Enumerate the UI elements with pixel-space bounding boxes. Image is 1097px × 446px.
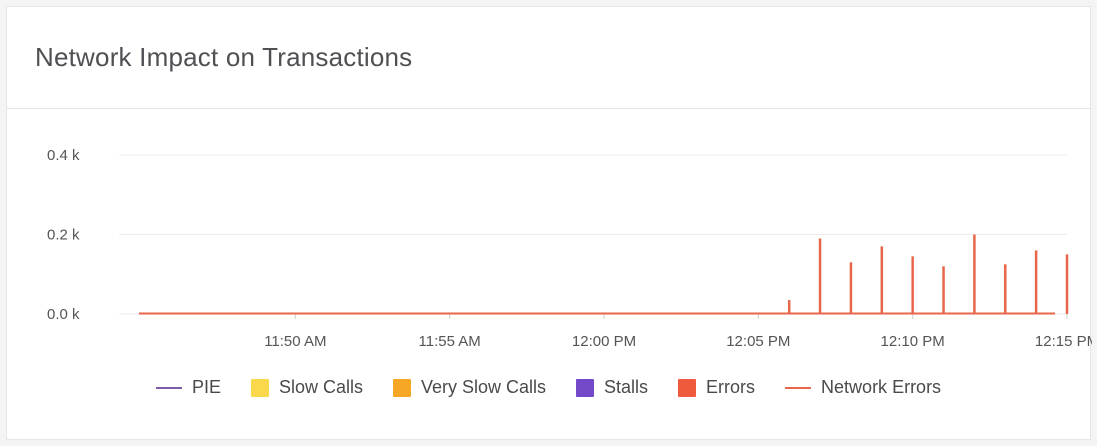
x-tick-label: 11:50 AM: [264, 333, 326, 350]
y-tick-label: 0.0 k: [47, 306, 80, 323]
network-impact-chart: 0.0 k 0.2 k 0.4 k 11:50 AM 11:55 AM 12:00 PM 1…: [47, 147, 1092, 350]
legend-swatch-pie: [155, 386, 182, 389]
legend-swatch-stalls: [576, 378, 595, 397]
legend-item-network-errors[interactable]: Network Errors: [785, 377, 941, 398]
legend-label-slow-calls: Slow Calls: [278, 377, 363, 397]
legend-swatch-errors: [678, 378, 697, 397]
legend-item-very-slow-calls[interactable]: Very Slow Calls: [392, 377, 547, 398]
chart-panel: Network Impact on Transactions 0.0 k 0.2 …: [6, 6, 1092, 440]
legend-label-pie: PIE: [191, 377, 221, 397]
x-tick-label: 11:55 AM: [419, 333, 481, 350]
legend-swatch-very-slow-calls: [392, 378, 411, 397]
y-tick-label: 0.4 k: [47, 147, 80, 164]
x-tick-label: 12:15 PM: [1035, 333, 1092, 350]
x-tick-label: 12:10 PM: [881, 333, 945, 350]
legend-item-errors[interactable]: Errors: [678, 377, 755, 398]
y-tick-label: 0.2 k: [47, 227, 80, 244]
legend-label-errors: Errors: [706, 377, 756, 397]
legend-label-very-slow-calls: Very Slow Calls: [420, 377, 547, 397]
legend-label-network-errors: Network Errors: [821, 377, 942, 397]
legend-label-stalls: Stalls: [604, 377, 649, 397]
legend-item-pie[interactable]: PIE: [155, 377, 221, 398]
x-tick-label: 12:05 PM: [726, 333, 790, 350]
legend-swatch-slow-calls: [250, 378, 269, 397]
chart-legend: PIE Slow Calls Very Slow Calls Stalls Er…: [7, 377, 1090, 398]
x-tick-label: 12:00 PM: [572, 333, 636, 350]
legend-item-stalls[interactable]: Stalls: [576, 377, 648, 398]
legend-swatch-network-errors: [785, 386, 812, 389]
legend-item-slow-calls[interactable]: Slow Calls: [250, 377, 363, 398]
